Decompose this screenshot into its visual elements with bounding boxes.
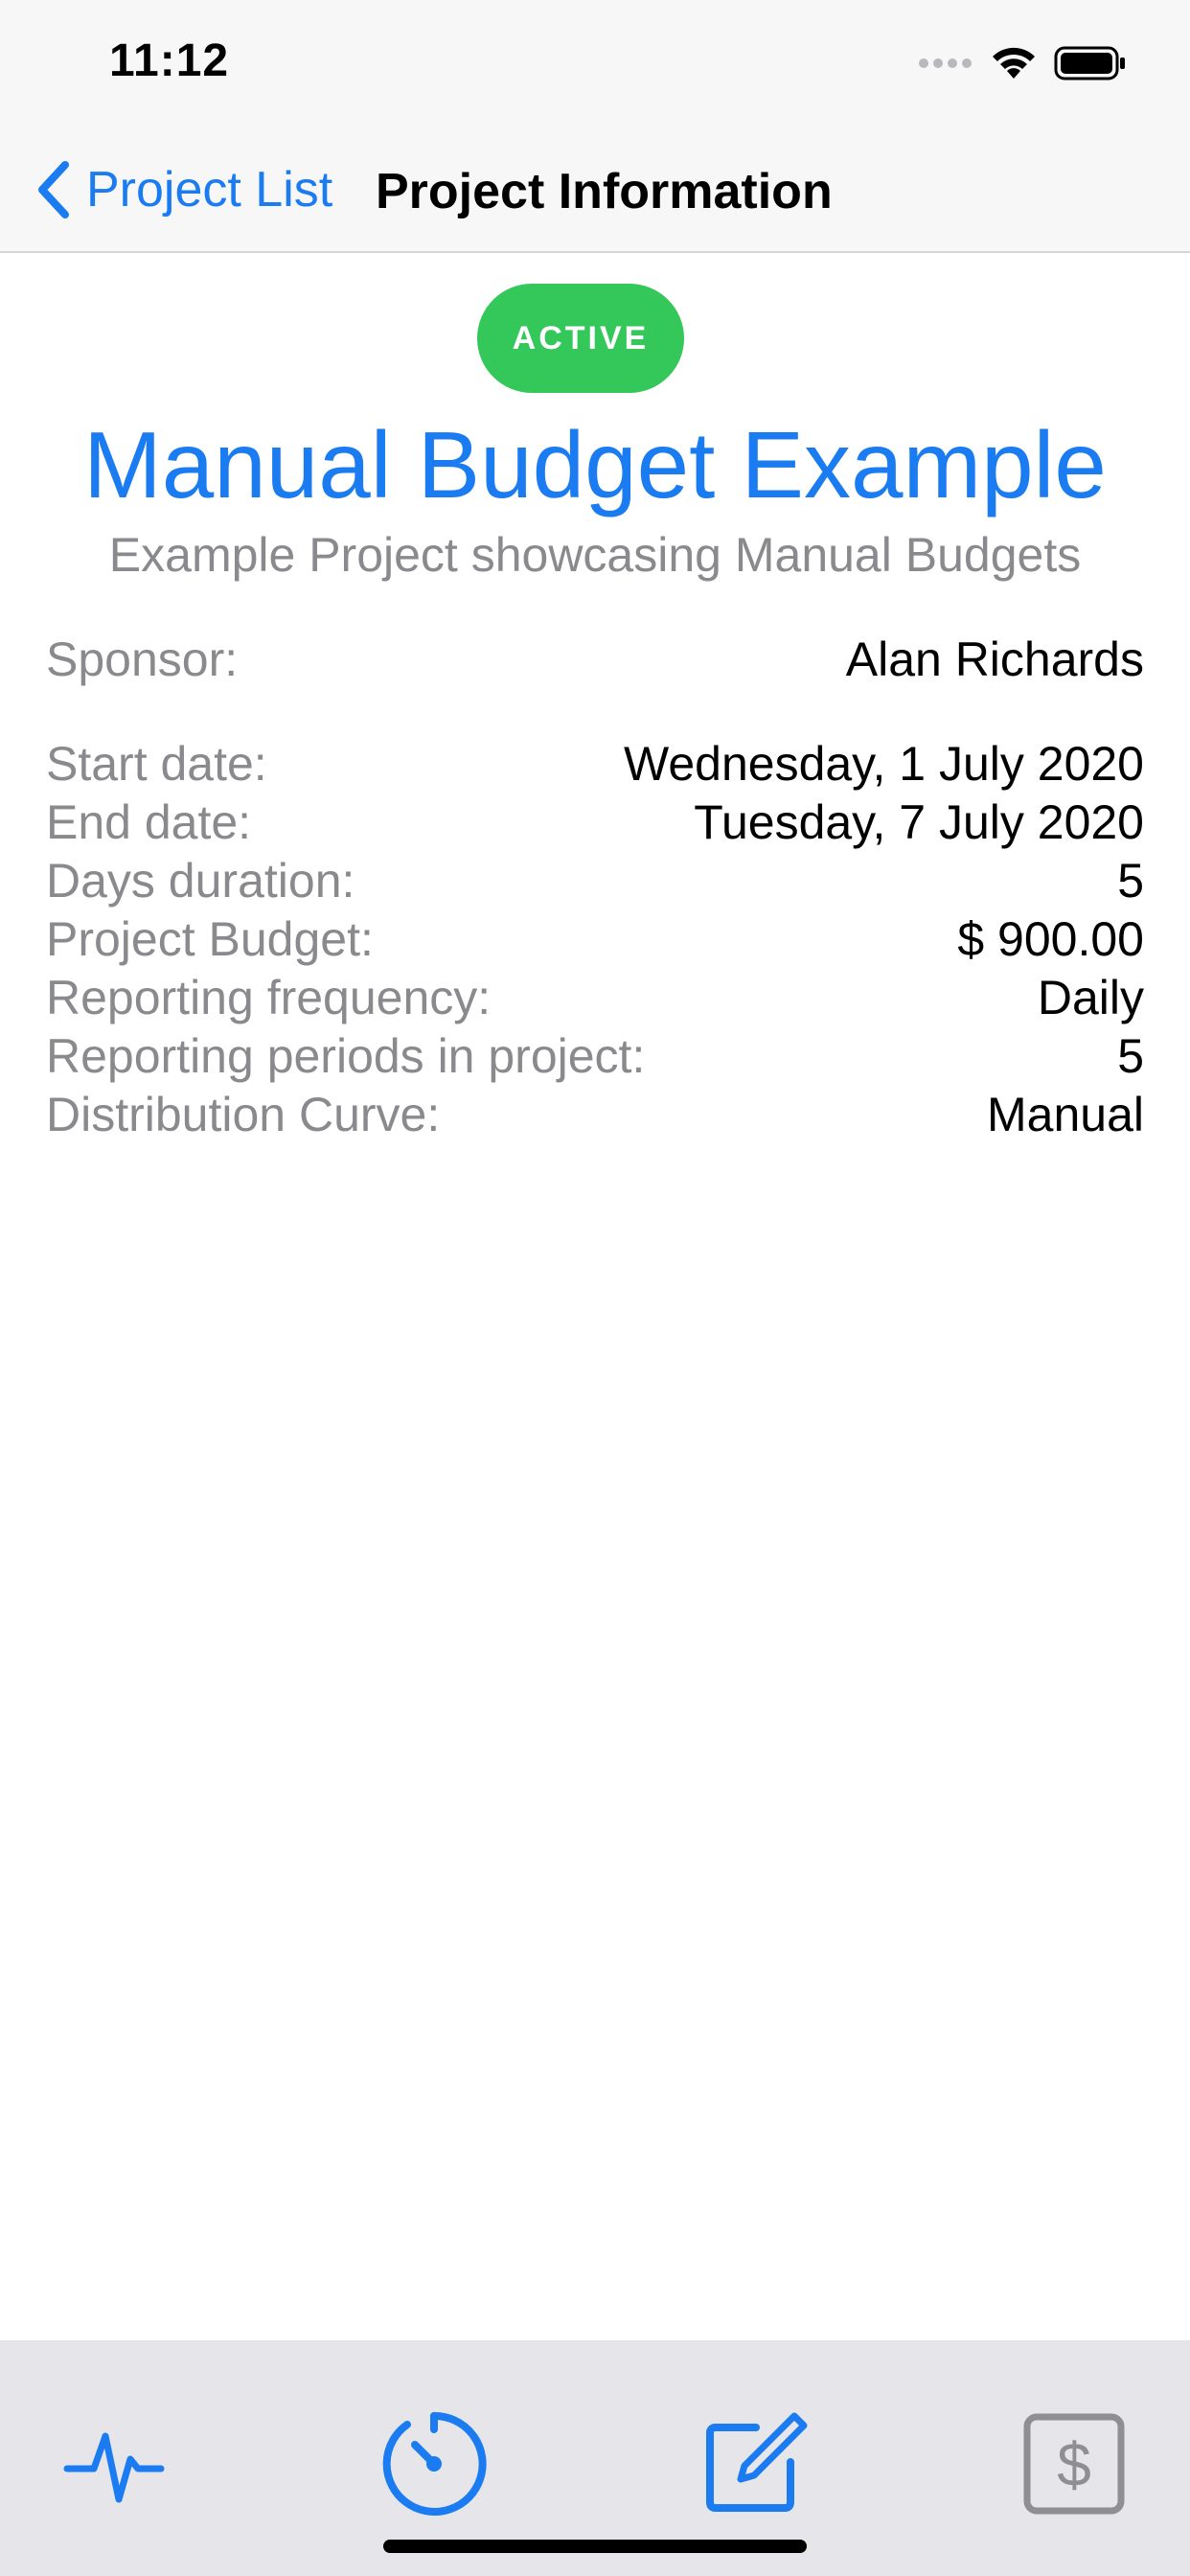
info-label: Reporting periods in project: xyxy=(46,1029,646,1083)
tab-edit[interactable] xyxy=(694,2404,814,2524)
info-value: $ 900.00 xyxy=(957,912,1144,966)
info-row-reporting-frequency: Reporting frequency: Daily xyxy=(46,969,1144,1026)
info-row-start-date: Start date: Wednesday, 1 July 2020 xyxy=(46,735,1144,793)
page-title: Project Information xyxy=(376,164,833,219)
info-value: 5 xyxy=(1117,854,1144,908)
status-bar: 11:12 xyxy=(0,0,1190,126)
info-row-days-duration: Days duration: 5 xyxy=(46,852,1144,909)
home-indicator[interactable] xyxy=(383,2540,807,2553)
info-label: Start date: xyxy=(46,737,267,791)
timer-dial-icon xyxy=(382,2411,487,2516)
info-row-reporting-periods: Reporting periods in project: 5 xyxy=(46,1027,1144,1085)
info-label: Days duration: xyxy=(46,854,355,908)
back-button-label: Project List xyxy=(86,162,333,218)
edit-compose-icon xyxy=(706,2412,808,2512)
info-label: Reporting frequency: xyxy=(46,971,492,1024)
info-value: Daily xyxy=(1037,971,1144,1024)
status-time: 11:12 xyxy=(109,35,230,86)
tab-activity[interactable] xyxy=(54,2404,174,2524)
tab-timer[interactable] xyxy=(374,2404,494,2524)
signal-icon xyxy=(919,58,972,68)
back-button[interactable]: Project List xyxy=(33,153,332,226)
info-value: Wednesday, 1 July 2020 xyxy=(624,737,1144,791)
info-label: Sponsor: xyxy=(46,632,239,686)
info-label: Project Budget: xyxy=(46,912,374,966)
battery-icon xyxy=(1054,46,1125,80)
info-value: 5 xyxy=(1117,1029,1144,1083)
dollar-box-icon: $ xyxy=(1023,2413,1125,2515)
info-value: Tuesday, 7 July 2020 xyxy=(694,795,1144,849)
info-label: End date: xyxy=(46,795,252,849)
activity-pulse-icon xyxy=(63,2432,165,2503)
info-row-distribution-curve: Distribution Curve: Manual xyxy=(46,1086,1144,1143)
info-value: Alan Richards xyxy=(845,632,1144,686)
project-name: Manual Budget Example xyxy=(83,412,1107,518)
info-label: Distribution Curve: xyxy=(46,1088,441,1141)
status-icons xyxy=(918,42,1127,84)
info-row-project-budget: Project Budget: $ 900.00 xyxy=(46,910,1144,968)
status-badge: ACTIVE xyxy=(477,284,684,393)
navigation-bar: Project List Project Information xyxy=(0,126,1190,253)
tab-budget[interactable]: $ xyxy=(1014,2404,1134,2524)
wifi-icon xyxy=(993,47,1035,79)
project-description: Example Project showcasing Manual Budget… xyxy=(108,528,1082,582)
info-row-end-date: End date: Tuesday, 7 July 2020 xyxy=(46,794,1144,851)
info-row-sponsor: Sponsor: Alan Richards xyxy=(46,631,1144,688)
info-value: Manual xyxy=(987,1088,1144,1141)
chevron-left-icon xyxy=(38,161,69,218)
svg-text:$: $ xyxy=(1057,2430,1091,2499)
